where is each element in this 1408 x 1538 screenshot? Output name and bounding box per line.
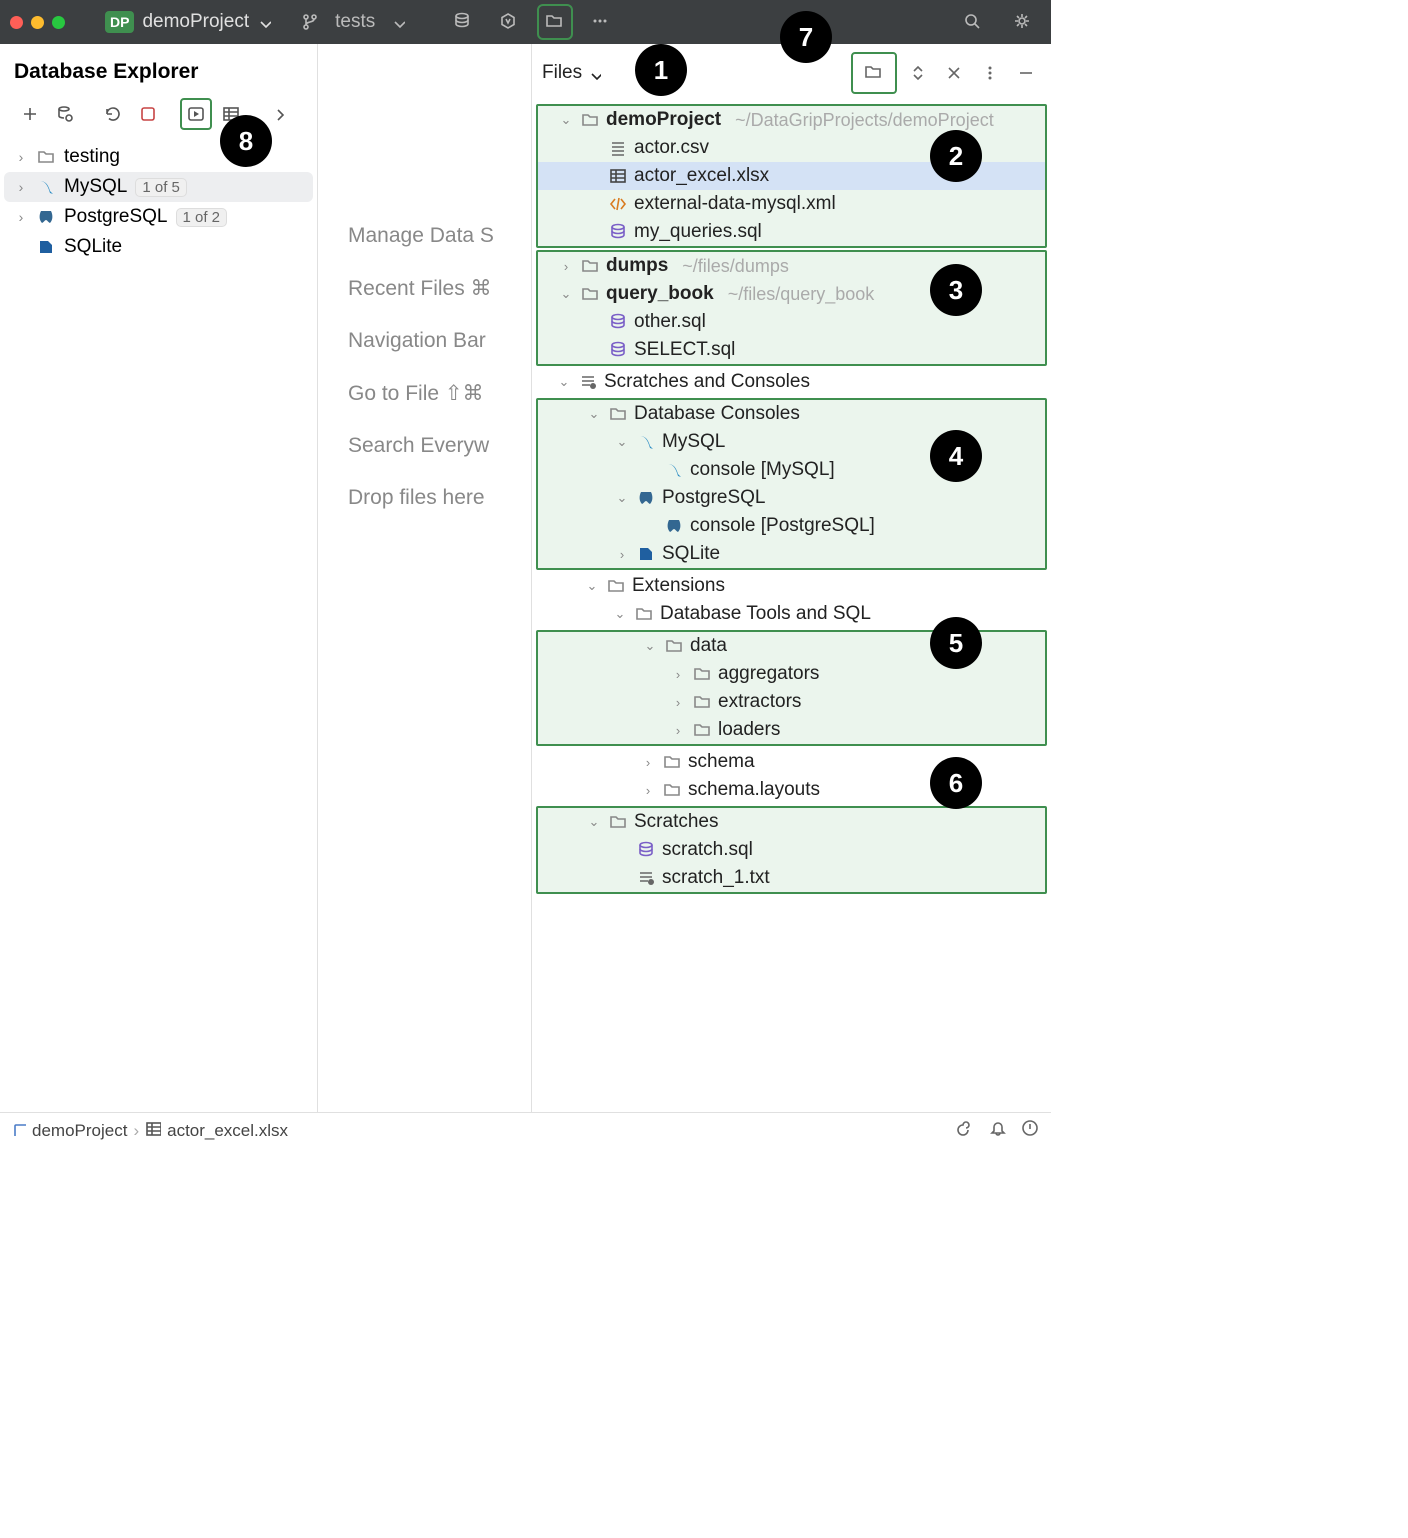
callout-5: 5 [930, 617, 982, 669]
editor-area: Manage Data S Recent Files ⌘ Navigation … [318, 44, 1051, 1112]
database-icon[interactable] [445, 4, 481, 40]
files-tool-button[interactable] [537, 4, 573, 40]
folder-scratches[interactable]: ⌄ Scratches [538, 808, 1045, 836]
callout-2: 2 [930, 130, 982, 182]
branch-name: tests [335, 11, 375, 33]
callout-4: 4 [930, 430, 982, 482]
datasource-properties-button[interactable] [49, 98, 81, 130]
file-scratch-txt[interactable]: · scratch_1.txt [538, 864, 1045, 892]
problems-icon[interactable] [1021, 1119, 1039, 1142]
branch-selector[interactable]: tests [301, 11, 405, 33]
callout-8: 8 [220, 115, 272, 167]
expand-all-button[interactable] [903, 58, 933, 88]
console-group-postgres[interactable]: ⌄ PostgreSQL [538, 484, 1045, 512]
tree-item-postgresql[interactable]: › PostgreSQL 1 of 2 [4, 202, 313, 232]
callout-6: 6 [930, 757, 982, 809]
settings-icon[interactable] [1005, 4, 1041, 40]
spiral-icon[interactable] [957, 1119, 975, 1142]
count-badge: 1 of 2 [176, 208, 228, 227]
collapse-all-button[interactable] [939, 58, 969, 88]
search-icon[interactable] [955, 4, 991, 40]
scratches-and-consoles[interactable]: ⌄ Scratches and Consoles [536, 368, 1047, 396]
statusbar: demoProject › actor_excel.xlsx [0, 1112, 1051, 1148]
hide-panel-button[interactable] [1011, 58, 1041, 88]
file-my-queries-sql[interactable]: · my_queries.sql [538, 218, 1045, 246]
database-explorer: Database Explorer › testing › MySQL [0, 44, 318, 1112]
project-name: demoProject [142, 11, 249, 33]
folder-extensions[interactable]: ⌄ Extensions [536, 572, 1047, 600]
close-window[interactable] [10, 16, 23, 29]
notifications-icon[interactable] [989, 1119, 1007, 1142]
project-badge-icon: DP [105, 11, 134, 33]
window-controls [10, 16, 65, 29]
callout-1: 1 [635, 44, 687, 96]
count-badge: 1 of 5 [135, 178, 187, 197]
folder-extractors[interactable]: › extractors [538, 688, 1045, 716]
titlebar: DP demoProject tests [0, 0, 1051, 44]
file-scratch-sql[interactable]: · scratch.sql [538, 836, 1045, 864]
console-postgres[interactable]: · console [PostgreSQL] [538, 512, 1045, 540]
tree-item-mysql[interactable]: › MySQL 1 of 5 [4, 172, 313, 202]
file-tree: ⌄ demoProject ~/DataGripProjects/demoPro… [532, 102, 1051, 1112]
maximize-window[interactable] [52, 16, 65, 29]
tree-item-sqlite[interactable]: › SQLite [4, 232, 313, 262]
attach-directory-button[interactable] [851, 52, 897, 94]
right-arrows-button[interactable] [263, 98, 295, 130]
breadcrumb-file[interactable]: actor_excel.xlsx [167, 1121, 288, 1141]
table-icon [145, 1120, 161, 1141]
refresh-button[interactable] [97, 98, 129, 130]
add-datasource-button[interactable] [14, 98, 46, 130]
minimize-window[interactable] [31, 16, 44, 29]
file-select-sql[interactable]: · SELECT.sql [538, 336, 1045, 364]
jump-to-query-console-button[interactable] [180, 98, 212, 130]
file-external-data-xml[interactable]: · external-data-mysql.xml [538, 190, 1045, 218]
group-scratches: ⌄ Scratches · scratch.sql · scratch_1.tx… [536, 806, 1047, 894]
files-panel-title[interactable]: Files [542, 62, 601, 84]
hex-icon[interactable] [491, 4, 527, 40]
more-icon[interactable] [583, 4, 619, 40]
breadcrumb-icon [12, 1121, 26, 1141]
explorer-title: Database Explorer [0, 44, 317, 98]
breadcrumb-project[interactable]: demoProject [32, 1121, 127, 1141]
callout-7: 7 [780, 11, 832, 63]
callout-3: 3 [930, 264, 982, 316]
files-panel: Files ⌄ demoProject [531, 44, 1051, 1112]
console-group-sqlite[interactable]: › SQLite [538, 540, 1045, 568]
panel-options-button[interactable] [975, 58, 1005, 88]
stop-button[interactable] [132, 98, 164, 130]
group-database-consoles: ⌄ Database Consoles ⌄ MySQL · console [M… [536, 398, 1047, 570]
project-selector[interactable]: DP demoProject [95, 7, 281, 37]
datasource-tree: › testing › MySQL 1 of 5 › PostgreSQL 1 … [0, 138, 317, 266]
folder-loaders[interactable]: › loaders [538, 716, 1045, 744]
folder-database-consoles[interactable]: ⌄ Database Consoles [538, 400, 1045, 428]
project-root[interactable]: ⌄ demoProject ~/DataGripProjects/demoPro… [538, 106, 1045, 134]
